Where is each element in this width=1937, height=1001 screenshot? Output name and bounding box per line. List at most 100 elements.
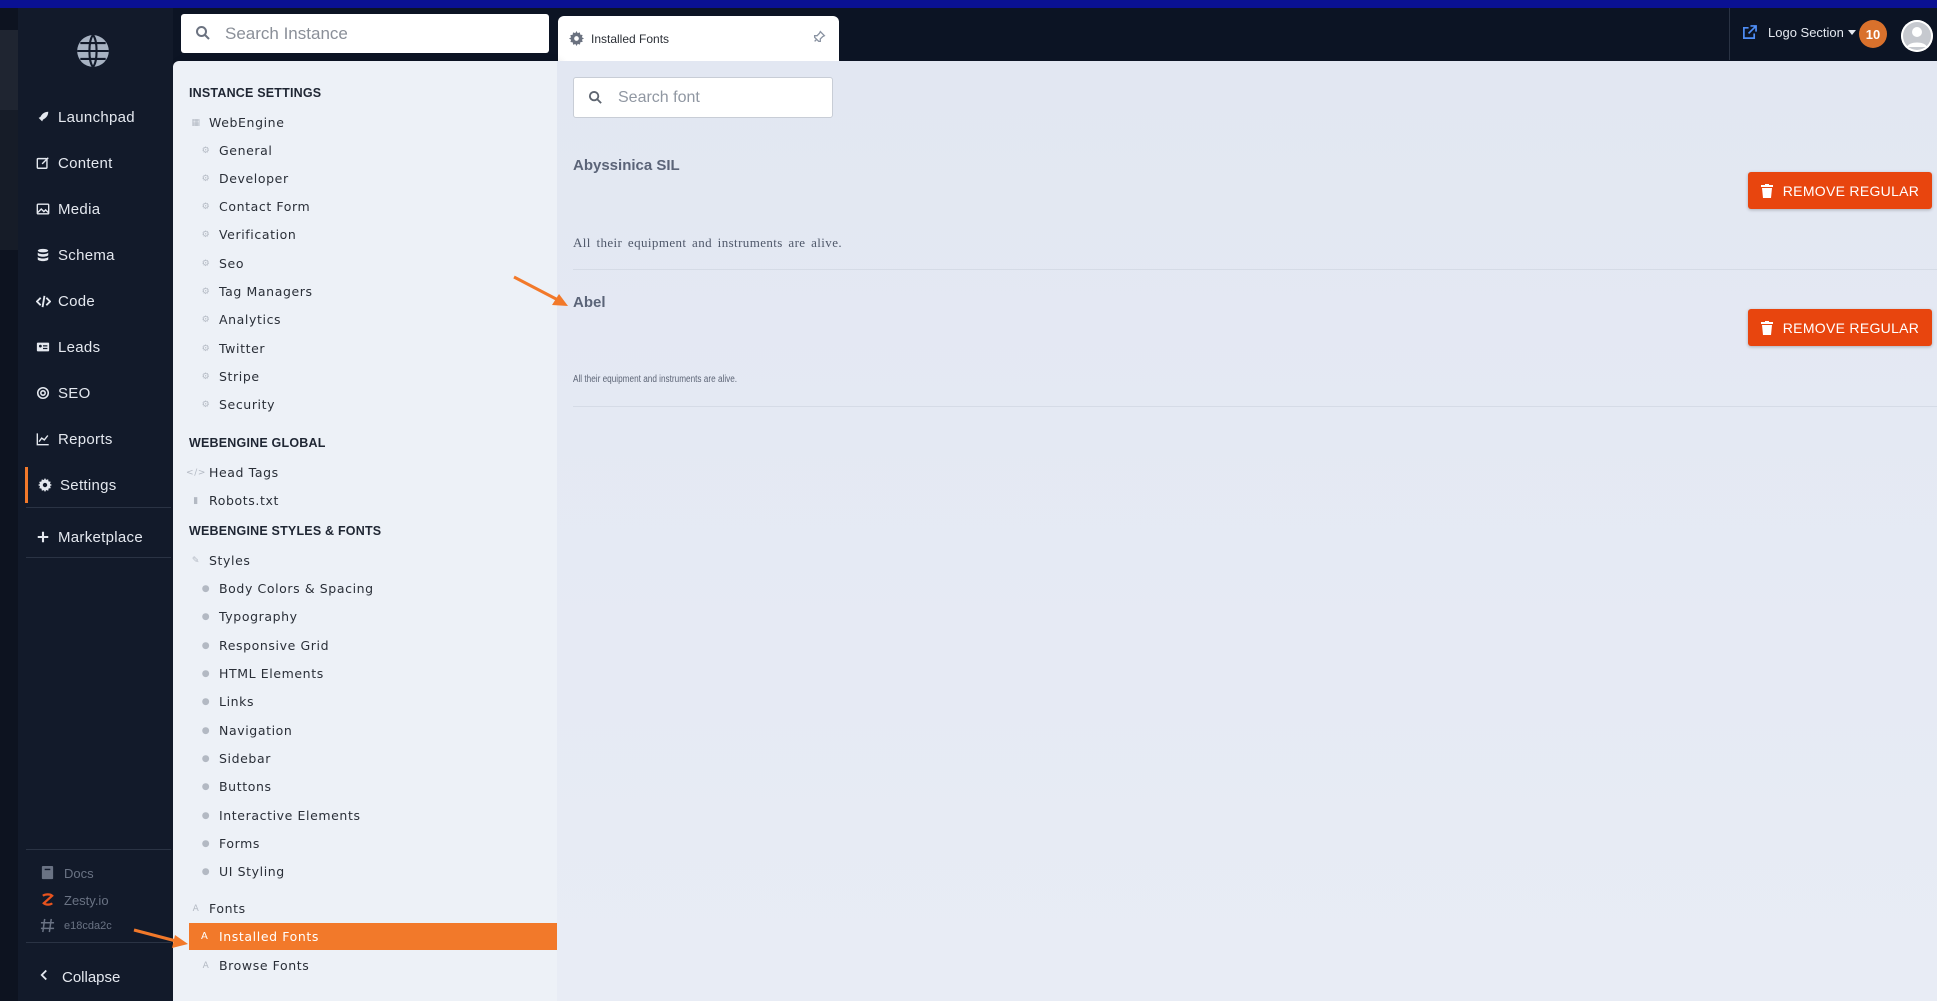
palette-icon: ● — [201, 640, 211, 651]
settings-item-ui-styling[interactable]: ● UI Styling — [201, 864, 285, 879]
avatar[interactable] — [1901, 20, 1933, 52]
gear-icon: ⚙ — [201, 314, 211, 325]
settings-item-head-tags[interactable]: </> Head Tags — [186, 465, 279, 480]
palette-icon: ● — [201, 753, 211, 764]
font-sample-text: All their equipment and instruments are … — [573, 235, 843, 250]
settings-item-stripe[interactable]: ⚙ Stripe — [201, 369, 260, 384]
remove-regular-button[interactable]: REMOVE REGULAR — [1748, 172, 1932, 209]
nav-item-media[interactable]: Media — [26, 191, 171, 227]
font-row: Abyssinica SIL REMOVE REGULAR All their … — [573, 157, 1937, 270]
plus-icon — [34, 528, 52, 546]
palette-icon: ● — [201, 696, 211, 707]
book-icon — [40, 865, 56, 881]
section-title-webengine-global: WEBENGINE GLOBAL — [189, 436, 326, 450]
font-icon: A — [201, 931, 209, 942]
nav-item-launchpad[interactable]: Launchpad — [26, 99, 171, 135]
installed-fonts-content: Abyssinica SIL REMOVE REGULAR All their … — [557, 61, 1937, 1001]
gear-icon: ⚙ — [201, 201, 211, 212]
settings-item-tag-managers[interactable]: ⚙ Tag Managers — [201, 284, 313, 299]
settings-item-navigation[interactable]: ● Navigation — [201, 723, 292, 738]
search-instance-bar[interactable] — [181, 14, 549, 53]
settings-item-general[interactable]: ⚙ General — [201, 143, 272, 158]
nav-item-reports[interactable]: Reports — [26, 421, 171, 457]
trash-icon — [1760, 320, 1773, 335]
left-edge — [0, 8, 18, 1001]
settings-item-links[interactable]: ● Links — [201, 694, 254, 709]
settings-item-forms[interactable]: ● Forms — [201, 836, 260, 851]
gear-icon: ⚙ — [201, 229, 211, 240]
settings-item-buttons[interactable]: ● Buttons — [201, 779, 272, 794]
settings-item-developer[interactable]: ⚙ Developer — [201, 171, 289, 186]
globe-logo-icon[interactable] — [74, 32, 112, 70]
remove-regular-button[interactable]: REMOVE REGULAR — [1748, 309, 1932, 346]
settings-panel: INSTANCE SETTINGS ▦ WebEngine ⚙ General ⚙ D… — [173, 61, 557, 1001]
settings-item-styles[interactable]: ✎ Styles — [191, 553, 251, 568]
nav-divider — [26, 507, 171, 508]
hash-icon — [40, 918, 56, 934]
font-name: Abel — [573, 294, 606, 311]
settings-item-sidebar[interactable]: ● Sidebar — [201, 751, 271, 766]
section-title-instance-settings: INSTANCE SETTINGS — [189, 86, 322, 100]
nav-divider — [26, 849, 171, 850]
gear-icon: ⚙ — [201, 343, 211, 354]
settings-item-browse-fonts[interactable]: A Browse Fonts — [201, 958, 309, 973]
settings-item-fonts[interactable]: A Fonts — [191, 901, 246, 916]
chevron-left-icon — [38, 968, 54, 986]
docs-link[interactable]: Docs — [40, 865, 94, 881]
zesty-link[interactable]: Zesty.io — [40, 892, 109, 908]
top-accent-strip — [0, 0, 1937, 8]
gear-icon: ⚙ — [201, 173, 211, 184]
nav-item-content[interactable]: Content — [26, 145, 171, 181]
tab-installed-fonts[interactable]: Installed Fonts — [558, 16, 839, 62]
logo-section-dropdown[interactable]: Logo Section — [1768, 25, 1856, 40]
settings-item-interactive-elements[interactable]: ● Interactive Elements — [201, 808, 361, 823]
rocket-icon — [34, 108, 52, 126]
gear-icon: ⚙ — [201, 399, 211, 410]
annotation-arrow — [133, 928, 188, 948]
nav-item-leads[interactable]: Leads — [26, 329, 171, 365]
settings-item-typography[interactable]: ● Typography — [201, 609, 298, 624]
settings-item-webengine[interactable]: ▦ WebEngine — [191, 115, 285, 130]
settings-item-verification[interactable]: ⚙ Verification — [201, 227, 296, 242]
settings-item-seo[interactable]: ⚙ Seo — [201, 256, 244, 271]
palette-icon: ● — [201, 810, 211, 821]
image-icon — [34, 200, 52, 218]
settings-item-twitter[interactable]: ⚙ Twitter — [201, 341, 265, 356]
font-icon: A — [192, 903, 200, 914]
nav-item-schema[interactable]: Schema — [26, 237, 171, 273]
notification-badge[interactable]: 10 — [1859, 20, 1887, 48]
tab-label: Installed Fonts — [591, 32, 670, 46]
nav-item-settings[interactable]: Settings — [25, 467, 173, 503]
gear-icon: ⚙ — [201, 371, 211, 382]
instance-hash[interactable]: e18cda2c — [40, 918, 112, 934]
palette-icon: ● — [201, 866, 211, 877]
external-link-icon[interactable] — [1742, 25, 1758, 41]
font-name: Abyssinica SIL — [573, 157, 680, 174]
search-instance-input[interactable] — [223, 22, 527, 45]
gear-icon — [569, 31, 585, 47]
settings-item-responsive-grid[interactable]: ● Responsive Grid — [201, 638, 329, 653]
settings-item-body-colors-spacing[interactable]: ● Body Colors & Spacing — [201, 581, 374, 596]
pin-icon[interactable] — [813, 30, 827, 44]
settings-item-robots-txt[interactable]: ▮ Robots.txt — [191, 493, 279, 508]
settings-item-installed-fonts[interactable]: A Installed Fonts — [189, 923, 557, 950]
settings-item-html-elements[interactable]: ● HTML Elements — [201, 666, 324, 681]
font-sample-text: All their equipment and instruments are … — [573, 374, 738, 385]
search-font-input[interactable] — [616, 87, 820, 108]
nav-item-seo[interactable]: SEO — [26, 375, 171, 411]
id-card-icon — [34, 338, 52, 356]
nav-item-code[interactable]: Code — [26, 283, 171, 319]
font-row: Abel REMOVE REGULAR All their equipment … — [573, 294, 1937, 407]
nav-divider — [26, 557, 171, 558]
settings-item-analytics[interactable]: ⚙ Analytics — [201, 312, 281, 327]
palette-icon: ● — [201, 668, 211, 679]
nav-item-marketplace[interactable]: Marketplace — [26, 519, 171, 555]
brush-icon: ✎ — [191, 555, 201, 566]
settings-item-contact-form[interactable]: ⚙ Contact Form — [201, 199, 310, 214]
gear-icon — [36, 476, 54, 494]
search-font-bar[interactable] — [573, 77, 833, 118]
collapse-button[interactable]: Collapse — [38, 968, 120, 986]
gear-icon: ⚙ — [201, 258, 211, 269]
search-icon — [588, 90, 604, 106]
settings-item-security[interactable]: ⚙ Security — [201, 397, 275, 412]
